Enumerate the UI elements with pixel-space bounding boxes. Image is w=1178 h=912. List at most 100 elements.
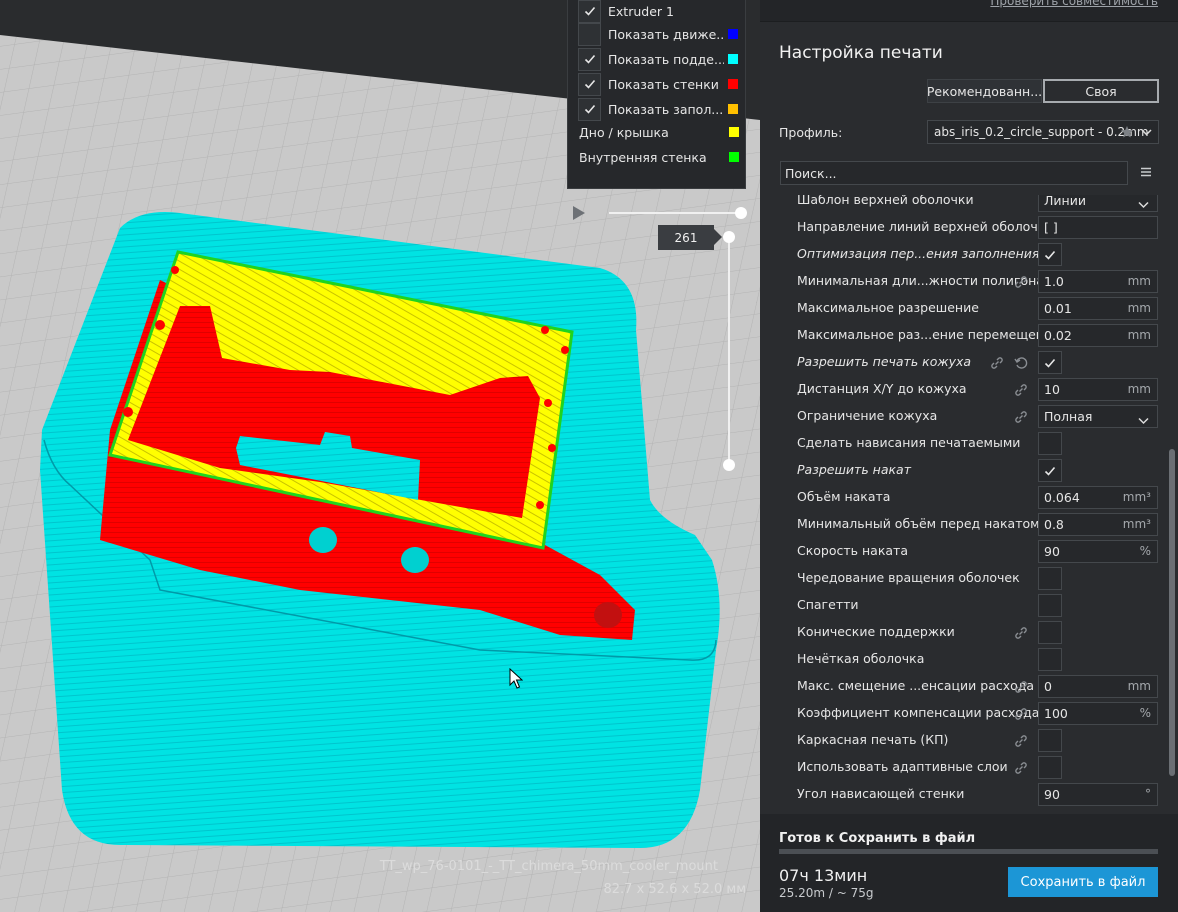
- setting-label: Дистанция X/Y до кожуха: [797, 381, 967, 396]
- setting-label: Направление линий верхней оболочки: [797, 219, 1054, 234]
- save-to-file-button[interactable]: Сохранить в файл: [1008, 867, 1158, 897]
- setting-row[interactable]: Ограничение кожуха Полная: [778, 403, 1160, 430]
- link-icon[interactable]: [1014, 707, 1028, 721]
- setting-row[interactable]: Чередование вращения оболочек: [778, 565, 1160, 592]
- legend-row-infill[interactable]: Показать запол...: [578, 97, 738, 121]
- settings-search-input[interactable]: Поиск...: [780, 161, 1128, 185]
- setting-row[interactable]: Минимальная дли...жности полигона 1.0 mm: [778, 268, 1160, 295]
- setting-checkbox[interactable]: [1038, 432, 1062, 455]
- setting-input[interactable]: 0.01 mm: [1038, 297, 1158, 320]
- layer-slider-track[interactable]: [728, 237, 730, 465]
- setting-row[interactable]: Сделать нависания печатаемыми: [778, 430, 1160, 457]
- settings-list[interactable]: Шаблон верхней оболочки Линии Направление …: [778, 195, 1170, 807]
- chevron-down-icon: [1141, 129, 1152, 136]
- setting-value: 90: [1044, 544, 1060, 559]
- setting-row[interactable]: Шаблон верхней оболочки Линии: [778, 195, 1160, 214]
- profile-select[interactable]: abs_iris_0.2_circle_support - 0.2mm: [927, 120, 1159, 144]
- setting-checkbox[interactable]: [1038, 729, 1062, 752]
- setting-row[interactable]: Максимальное раз...ение перемещения 0.02 m…: [778, 322, 1160, 349]
- setting-row[interactable]: Каркасная печать (КП): [778, 727, 1160, 754]
- setting-row[interactable]: Макс. смещение ...енсации расхода 0 mm: [778, 673, 1160, 700]
- legend-checkbox[interactable]: [578, 97, 601, 121]
- setting-row[interactable]: Дистанция X/Y до кожуха 10 mm: [778, 376, 1160, 403]
- legend-row-innerwall: Внутренняя стенка: [579, 146, 739, 168]
- legend-row-support[interactable]: Показать подде...: [578, 47, 738, 71]
- setting-input[interactable]: [ ]: [1038, 216, 1158, 239]
- legend-checkbox[interactable]: [578, 72, 601, 96]
- setting-input[interactable]: 0 mm: [1038, 675, 1158, 698]
- setting-checkbox[interactable]: [1038, 567, 1062, 590]
- layer-slider-lower-handle[interactable]: [723, 459, 735, 471]
- setting-checkbox[interactable]: [1038, 459, 1062, 482]
- setting-input[interactable]: 10 mm: [1038, 378, 1158, 401]
- setting-row[interactable]: Коэффициент компенсации расхода 100%: [778, 700, 1160, 727]
- menu-icon[interactable]: [1140, 166, 1152, 178]
- setting-input[interactable]: 0.8 mm³: [1038, 513, 1158, 536]
- legend-checkbox[interactable]: [578, 47, 601, 71]
- setting-row[interactable]: Использовать адаптивные слои: [778, 754, 1160, 781]
- layer-path-slider-track[interactable]: [609, 212, 742, 214]
- link-icon[interactable]: [990, 356, 1004, 370]
- setting-row[interactable]: Угол нависающей стенки 90 °: [778, 781, 1160, 807]
- legend-row-walls[interactable]: Показать стенки: [578, 72, 738, 96]
- setting-row[interactable]: Минимальный объём перед накатом 0.8 mm³: [778, 511, 1160, 538]
- legend-swatch: [729, 152, 739, 162]
- setting-checkbox[interactable]: [1038, 351, 1062, 374]
- setting-row[interactable]: Спагетти: [778, 592, 1160, 619]
- legend-row-extruder[interactable]: Extruder 1: [578, 0, 738, 23]
- setting-input[interactable]: 100%: [1038, 702, 1158, 725]
- link-icon[interactable]: [1014, 275, 1028, 289]
- link-icon[interactable]: [1014, 383, 1028, 397]
- setting-row[interactable]: Максимальное разрешение 0.01 mm: [778, 295, 1160, 322]
- setting-unit: °: [1145, 787, 1151, 801]
- legend-checkbox[interactable]: [578, 22, 601, 46]
- setting-input[interactable]: 0.064 mm³: [1038, 486, 1158, 509]
- check-compatibility-link[interactable]: Проверить совместимость: [990, 0, 1158, 8]
- setting-row[interactable]: Скорость наката 90%: [778, 538, 1160, 565]
- link-icon[interactable]: [1014, 680, 1028, 694]
- legend-row-topbottom: Дно / крышка: [579, 121, 739, 143]
- 3d-viewport[interactable]: Extruder 1 Показать движе... Показать по…: [0, 0, 760, 912]
- setting-input[interactable]: 1.0 mm: [1038, 270, 1158, 293]
- setting-label: Каркасная печать (КП): [797, 732, 949, 747]
- setting-select[interactable]: Линии: [1038, 195, 1158, 212]
- legend-checkbox[interactable]: [578, 0, 601, 23]
- setting-checkbox[interactable]: [1038, 243, 1062, 266]
- custom-mode-button[interactable]: Своя: [1043, 79, 1159, 103]
- layer-slider-upper-handle[interactable]: [723, 231, 735, 243]
- layer-number-badge[interactable]: 261: [658, 225, 722, 250]
- setting-row[interactable]: Конические поддержки: [778, 619, 1160, 646]
- recommended-mode-button[interactable]: Рекомендованн...: [927, 79, 1042, 103]
- chevron-down-icon: [1138, 197, 1149, 209]
- link-icon[interactable]: [1014, 410, 1028, 424]
- layer-path-slider-handle[interactable]: [735, 207, 747, 219]
- link-icon[interactable]: [1014, 626, 1028, 640]
- setting-row[interactable]: Направление линий верхней оболочки[ ]: [778, 214, 1160, 241]
- link-icon[interactable]: [1014, 761, 1028, 775]
- setting-select[interactable]: Полная: [1038, 405, 1158, 428]
- star-icon[interactable]: [1120, 125, 1134, 139]
- setting-checkbox[interactable]: [1038, 756, 1062, 779]
- setting-input[interactable]: 90%: [1038, 540, 1158, 563]
- reset-icon[interactable]: [1014, 356, 1028, 370]
- setting-row[interactable]: Нечёткая оболочка: [778, 646, 1160, 673]
- setting-value: 0.02: [1044, 328, 1072, 343]
- setting-input[interactable]: 90 °: [1038, 783, 1158, 806]
- setting-row[interactable]: Разрешить накат: [778, 457, 1160, 484]
- legend-swatch: [728, 54, 738, 64]
- setting-checkbox[interactable]: [1038, 648, 1062, 671]
- settings-scrollbar[interactable]: [1169, 449, 1175, 776]
- chevron-down-icon: [1138, 413, 1149, 425]
- print-settings-panel: Проверить совместимость Настройка печати…: [760, 0, 1178, 912]
- setting-row[interactable]: Объём наката 0.064 mm³: [778, 484, 1160, 511]
- setting-checkbox[interactable]: [1038, 594, 1062, 617]
- legend-swatch: [729, 127, 739, 137]
- setting-checkbox[interactable]: [1038, 621, 1062, 644]
- setting-row[interactable]: Оптимизация пер...ения заполнения: [778, 241, 1160, 268]
- setting-input[interactable]: 0.02 mm: [1038, 324, 1158, 347]
- link-icon[interactable]: [1014, 734, 1028, 748]
- legend-row-travels[interactable]: Показать движе...: [578, 22, 738, 46]
- play-icon[interactable]: [571, 204, 587, 222]
- setting-row[interactable]: Разрешить печать кожуха: [778, 349, 1160, 376]
- checkmark-icon: [584, 6, 595, 16]
